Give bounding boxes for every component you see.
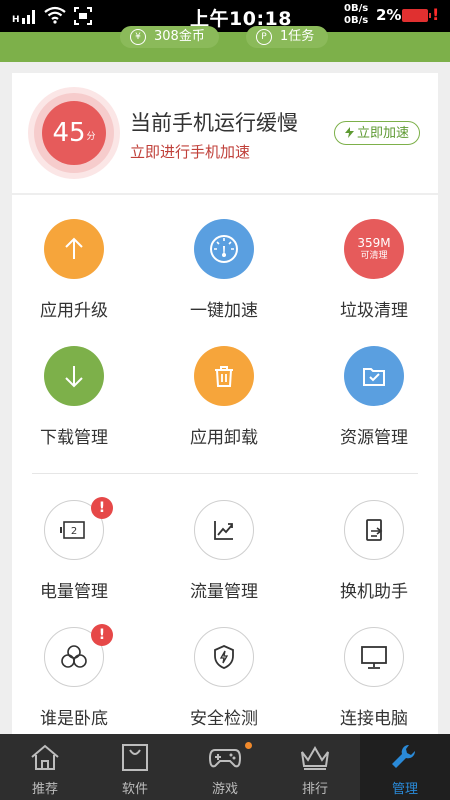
junk-cleanable: 可清理	[360, 251, 388, 261]
nav-label: 软件	[121, 782, 148, 797]
lightning-icon	[344, 127, 354, 138]
gamepad-icon	[208, 749, 242, 768]
tool-security-check[interactable]: 安全检测	[154, 627, 294, 729]
battery-level-text: 2	[71, 526, 77, 537]
folder-check-icon	[344, 346, 404, 406]
nav-item-ranking[interactable]: 排行	[270, 734, 360, 800]
speed-up: 0B/s	[344, 3, 369, 14]
network-speed: 0B/s 0B/s	[344, 3, 368, 27]
junk-size: 359M	[357, 236, 391, 250]
battery-percent: 2%	[376, 6, 402, 24]
monitor-icon	[344, 627, 404, 687]
speed-down: 0B/s	[344, 15, 369, 26]
tool-junk-clean[interactable]: 359M 可清理 垃圾清理	[304, 219, 444, 321]
tool-label: 下载管理	[40, 428, 108, 448]
coin-icon: ¥	[130, 29, 146, 45]
chart-trend-icon	[194, 500, 254, 560]
battery-alert-icon: !	[432, 5, 440, 24]
tool-phone-transfer[interactable]: 换机助手	[304, 500, 444, 602]
tool-who-is-spy[interactable]: ! 谁是卧底	[4, 624, 144, 729]
tools-panel: 应用升级 一键加速 359M 可清理 垃圾清理 下载管理 应用卸载 资源管理 2…	[12, 195, 438, 735]
boost-button-label: 立即加速	[356, 126, 409, 141]
speedometer-icon	[194, 219, 254, 279]
bottom-nav: 推荐 软件 游戏 排行 管理	[0, 734, 450, 800]
battery-icon	[402, 9, 431, 22]
alert-badge: !	[91, 497, 113, 519]
status-bar: H 上午10:18 0B/s 0B/s 2% !	[0, 0, 450, 32]
points-icon: P	[256, 29, 272, 45]
speed-status-title: 当前手机运行缓慢	[130, 111, 298, 135]
tool-label: 应用卸载	[190, 428, 258, 448]
tool-label: 应用升级	[40, 301, 108, 321]
crown-icon	[301, 746, 329, 770]
tool-connect-pc[interactable]: 连接电脑	[304, 627, 444, 729]
tool-label: 垃圾清理	[340, 301, 408, 321]
tool-label: 谁是卧底	[40, 709, 108, 729]
junk-size-icon: 359M 可清理	[344, 219, 404, 279]
tool-one-key-boost[interactable]: 一键加速	[154, 219, 294, 321]
tool-battery-manager[interactable]: 2 ! 电量管理	[4, 497, 144, 602]
tool-data-usage[interactable]: 流量管理	[154, 500, 294, 602]
phone-speed-card: 45分 当前手机运行缓慢 立即进行手机加速 立即加速	[12, 73, 438, 193]
alert-badge: !	[91, 624, 113, 646]
tool-download-manager[interactable]: 下载管理	[4, 346, 144, 448]
tool-app-update[interactable]: 应用升级	[4, 219, 144, 321]
score-value: 45	[52, 118, 86, 148]
network-type-label: H	[12, 15, 20, 25]
nav-item-recommend[interactable]: 推荐	[0, 734, 90, 800]
new-indicator-dot	[245, 742, 252, 749]
bag-icon	[122, 744, 148, 771]
tool-label: 流量管理	[190, 582, 258, 602]
nav-label: 管理	[391, 782, 418, 797]
coins-pill[interactable]: ¥308金币	[120, 26, 219, 48]
wifi-icon	[44, 6, 66, 24]
nav-label: 推荐	[31, 782, 58, 797]
arrow-down-icon	[44, 346, 104, 406]
nav-label: 排行	[301, 782, 328, 797]
nav-item-games[interactable]: 游戏	[180, 734, 270, 800]
group-icon: !	[44, 624, 113, 687]
wrench-icon	[392, 744, 416, 768]
shield-bolt-icon	[194, 627, 254, 687]
speed-status-subtitle[interactable]: 立即进行手机加速	[130, 141, 250, 162]
nav-label: 游戏	[211, 782, 238, 797]
tool-label: 电量管理	[40, 582, 108, 602]
score-unit: 分	[86, 132, 96, 142]
tool-label: 换机助手	[340, 582, 408, 602]
phone-transfer-icon	[344, 500, 404, 560]
arrow-up-icon	[44, 219, 104, 279]
section-divider	[32, 473, 418, 474]
tool-label: 一键加速	[190, 301, 258, 321]
tasks-label: 1任务	[280, 29, 315, 44]
performance-score: 45分	[28, 87, 120, 179]
tool-resource-manager[interactable]: 资源管理	[304, 346, 444, 448]
trash-icon	[194, 346, 254, 406]
battery-icon: 2 !	[44, 497, 113, 560]
tool-label: 安全检测	[190, 709, 258, 729]
nav-item-manage[interactable]: 管理	[360, 734, 450, 800]
tool-app-uninstall[interactable]: 应用卸载	[154, 346, 294, 448]
account-header: ¥308金币 P 1任务	[0, 26, 450, 62]
nav-item-software[interactable]: 软件	[90, 734, 180, 800]
home-icon	[31, 744, 59, 770]
tool-label: 连接电脑	[340, 709, 408, 729]
boost-now-button[interactable]: 立即加速	[334, 121, 420, 145]
tasks-pill[interactable]: P 1任务	[246, 26, 329, 48]
tool-label: 资源管理	[340, 428, 408, 448]
screenshot-icon	[74, 7, 92, 25]
coins-label: 308金币	[154, 29, 205, 44]
